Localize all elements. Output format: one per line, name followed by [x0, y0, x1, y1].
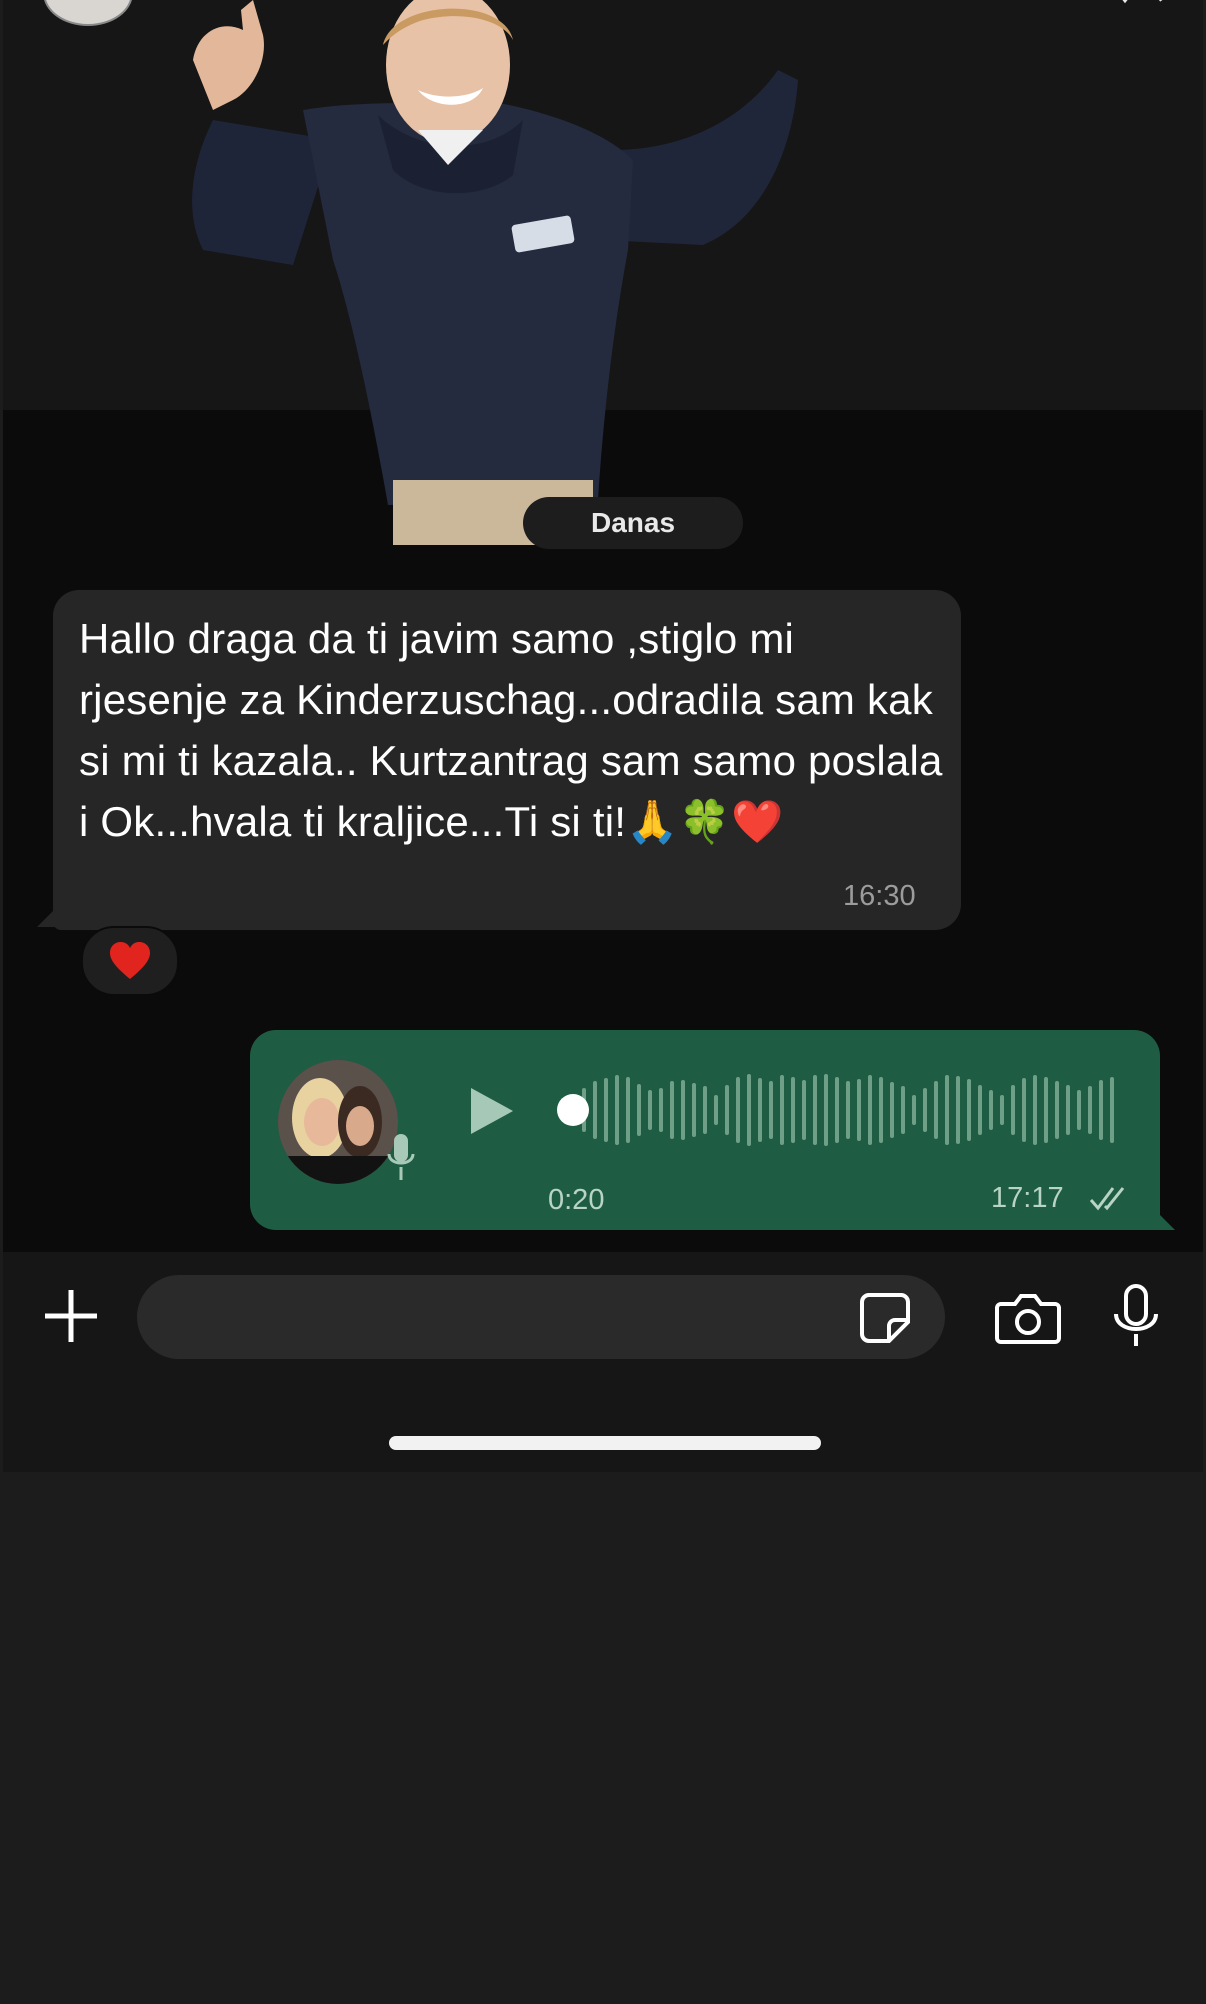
waveform-bar — [945, 1075, 949, 1145]
waveform-bar — [1033, 1075, 1037, 1145]
waveform-bar — [648, 1090, 652, 1130]
heart-icon — [110, 942, 150, 979]
home-indicator[interactable] — [389, 1436, 821, 1450]
waveform-bar — [626, 1077, 630, 1143]
waveform-bar — [857, 1079, 861, 1141]
waveform-bar — [978, 1085, 982, 1135]
waveform-bar — [1066, 1085, 1070, 1135]
message-reaction[interactable] — [81, 926, 179, 996]
waveform-bar — [1099, 1080, 1103, 1140]
voice-waveform[interactable] — [551, 1070, 1119, 1150]
waveform-bar — [1077, 1090, 1081, 1130]
waveform-bar — [901, 1086, 905, 1134]
waveform-bar — [824, 1074, 828, 1146]
waveform-bar — [835, 1077, 839, 1143]
message-input[interactable] — [137, 1275, 945, 1359]
waveform-bar — [846, 1081, 850, 1139]
waveform-bar — [681, 1080, 685, 1140]
waveform-bar — [725, 1085, 729, 1135]
incoming-message-text: Hallo draga da ti javim samo ,stiglo mi … — [79, 615, 943, 845]
waveform-bar — [912, 1095, 916, 1125]
waveform-bar — [637, 1084, 641, 1136]
waveform-bar — [736, 1077, 740, 1143]
waveform-bar — [802, 1080, 806, 1140]
waveform-bar — [758, 1078, 762, 1142]
incoming-bubble-tail — [37, 905, 59, 927]
date-separator: Danas — [523, 497, 743, 549]
plus-icon[interactable] — [43, 1288, 99, 1344]
waveform-bar — [1044, 1077, 1048, 1143]
playback-scrubber[interactable] — [557, 1094, 589, 1126]
waveform-bar — [1088, 1086, 1092, 1134]
waveform-bar — [714, 1095, 718, 1125]
microphone-icon[interactable] — [1111, 1284, 1161, 1348]
sender-avatar — [278, 1060, 398, 1184]
waveform-bar — [868, 1075, 872, 1145]
waveform-bar — [1110, 1077, 1114, 1143]
waveform-bar — [967, 1079, 971, 1141]
waveform-bar — [813, 1075, 817, 1145]
waveform-bar — [659, 1088, 663, 1132]
sticker-icon[interactable] — [859, 1292, 911, 1344]
waveform-bar — [1011, 1085, 1015, 1135]
incoming-message-time: 16:30 — [843, 880, 916, 912]
waveform-bar — [747, 1074, 751, 1146]
waveform-bar — [989, 1090, 993, 1130]
waveform-bar — [1055, 1081, 1059, 1139]
voice-duration: 0:20 — [548, 1184, 605, 1216]
waveform-bar — [879, 1077, 883, 1143]
waveform-bar — [780, 1075, 784, 1145]
waveform-bar — [604, 1078, 608, 1142]
waveform-bar — [692, 1083, 696, 1137]
outgoing-message-time: 17:17 — [991, 1182, 1064, 1214]
waveform-bar — [670, 1081, 674, 1139]
microphone-badge-icon — [387, 1134, 415, 1180]
waveform-bar — [1022, 1078, 1026, 1142]
person-sticker — [192, 0, 798, 545]
outgoing-bubble-tail — [1153, 1208, 1175, 1230]
top-right-icon[interactable] — [1109, 0, 1179, 4]
double-check-icon — [1089, 1187, 1125, 1211]
waveform-bar — [593, 1081, 597, 1139]
waveform-bar — [769, 1081, 773, 1139]
waveform-bar — [615, 1075, 619, 1145]
camera-icon[interactable] — [995, 1292, 1061, 1344]
waveform-bar — [956, 1076, 960, 1144]
waveform-bar — [1000, 1095, 1004, 1125]
waveform-bar — [890, 1082, 894, 1138]
play-icon[interactable] — [469, 1086, 515, 1136]
waveform-bar — [791, 1077, 795, 1143]
chat-screen: Danas Hallo draga da ti javim samo ,stig… — [3, 0, 1203, 1472]
waveform-bar — [934, 1081, 938, 1139]
waveform-bar — [923, 1088, 927, 1132]
waveform-bar — [703, 1086, 707, 1134]
